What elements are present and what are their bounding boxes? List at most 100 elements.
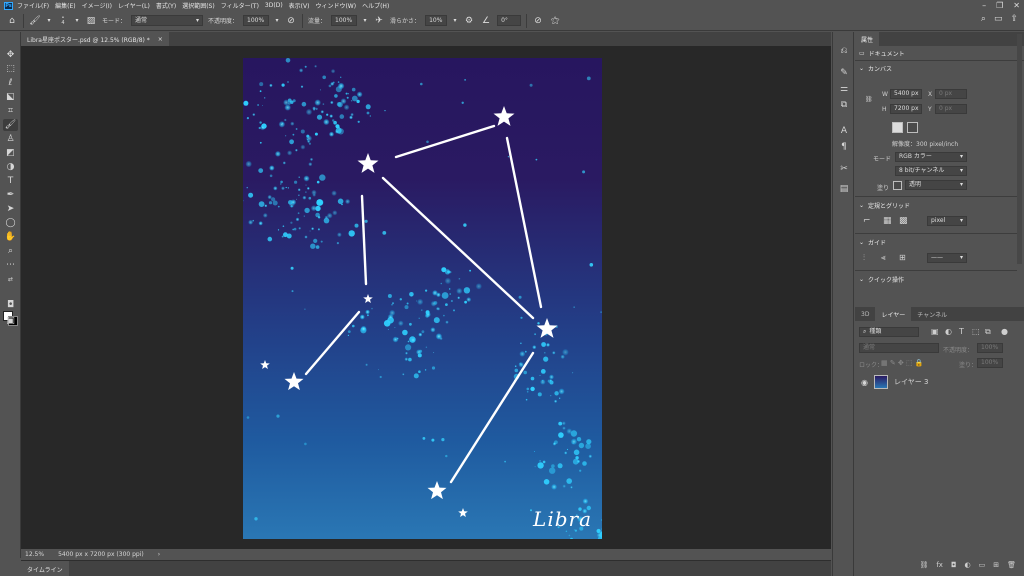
menu-help[interactable]: ヘルプ(H) xyxy=(362,1,389,10)
brush-settings-icon[interactable]: ▨ xyxy=(85,15,97,27)
tab-3d[interactable]: 3D xyxy=(855,307,875,321)
document-tab[interactable]: Libra星座ポスター.psd @ 12.5% (RGB/8) * × xyxy=(21,32,169,46)
pen-tool-icon[interactable]: ✒ xyxy=(3,189,18,201)
grid-icon[interactable]: ▦ xyxy=(883,216,892,226)
marquee-tool-icon[interactable]: ⬚ xyxy=(3,63,18,75)
quick-actions-section-header[interactable]: ⌄ クイック操作 xyxy=(855,273,904,285)
screen-mode-icon[interactable]: ▣ xyxy=(3,315,18,327)
brush-settings-icon[interactable]: ✎ xyxy=(837,66,851,79)
portrait-icon[interactable] xyxy=(892,122,903,133)
menu-select[interactable]: 選択範囲(S) xyxy=(182,1,215,10)
brush-tool-icon[interactable]: 🖌 xyxy=(3,119,18,131)
home-icon[interactable]: ⌂ xyxy=(6,15,18,27)
fx-icon[interactable]: fx xyxy=(936,561,943,573)
quick-mask-icon[interactable]: ◘ xyxy=(3,299,18,311)
menu-image[interactable]: イメージ(I) xyxy=(82,1,112,10)
x-field[interactable]: 0 px xyxy=(935,89,967,99)
add-mask-icon[interactable]: ◘ xyxy=(951,561,957,573)
guide-vertical-icon[interactable]: ⫶ xyxy=(863,253,865,263)
guide-new-icon[interactable]: ⊞ xyxy=(899,253,906,262)
adjust-icon[interactable]: ⚌ xyxy=(837,82,851,95)
gear-icon[interactable]: ⚙ xyxy=(463,15,475,27)
filter-type-icon[interactable]: T xyxy=(959,327,964,336)
eye-icon[interactable]: ◉ xyxy=(861,378,868,387)
mode-select[interactable]: 通常 ▾ xyxy=(131,15,204,26)
link-icon[interactable]: ⛓ xyxy=(865,96,873,103)
opacity-field[interactable]: 100% xyxy=(243,15,270,26)
trash-icon[interactable]: 🗑 xyxy=(1007,561,1016,573)
tab-layers[interactable]: レイヤー xyxy=(875,307,912,321)
layer-fill-field[interactable]: 100% xyxy=(977,358,1003,368)
canvas-area[interactable]: Libra xyxy=(21,46,831,549)
zoom-tool-icon[interactable]: ⌕ xyxy=(3,245,18,257)
blend-mode-select[interactable]: 通常 xyxy=(859,343,939,353)
path-select-tool-icon[interactable]: ➤ xyxy=(3,203,18,215)
layer-kind-filter[interactable]: ⌕ 種類 xyxy=(859,327,919,337)
object-select-tool-icon[interactable]: ⬕ xyxy=(3,91,18,103)
menu-type[interactable]: 書式(Y) xyxy=(156,1,176,10)
guide-style-select[interactable]: —— ▾ xyxy=(927,253,967,263)
history-icon[interactable]: ⎌ xyxy=(837,44,851,57)
lasso-tool-icon[interactable]: ℓ xyxy=(3,77,18,89)
filter-adjust-icon[interactable]: ◐ xyxy=(945,327,952,336)
bit-depth-select[interactable]: 8 bit/チャンネル ▾ xyxy=(895,166,967,176)
y-field[interactable]: 0 px xyxy=(935,104,967,114)
fill-swatch[interactable] xyxy=(893,181,902,190)
adjustment-layer-icon[interactable]: ◐ xyxy=(965,561,971,573)
brush-tool-icon[interactable]: 🖌 xyxy=(29,15,41,27)
chevron-down-icon[interactable]: ▾ xyxy=(46,15,52,27)
tab-channels[interactable]: チャンネル xyxy=(911,307,953,321)
chevron-down-icon[interactable]: ▾ xyxy=(274,15,280,27)
filter-smart-icon[interactable]: ⧉ xyxy=(985,327,991,337)
dodge-tool-icon[interactable]: ◑ xyxy=(3,161,18,173)
minimize-icon[interactable]: – xyxy=(982,1,986,10)
height-field[interactable]: 7200 px xyxy=(890,104,922,114)
pixel-grid-icon[interactable]: ▩ xyxy=(899,216,908,226)
menu-edit[interactable]: 編集(E) xyxy=(55,1,75,10)
move-tool-icon[interactable]: ✥ xyxy=(3,49,18,61)
fill-select[interactable]: 透明 ▾ xyxy=(905,180,967,190)
link-layers-icon[interactable]: ⛓ xyxy=(919,561,928,573)
guides-section-header[interactable]: ⌄ ガイド xyxy=(855,236,886,248)
new-layer-icon[interactable]: ⊞ xyxy=(993,561,999,573)
paragraph-icon[interactable]: ¶ xyxy=(837,140,851,153)
hand-tool-icon[interactable]: ✋ xyxy=(3,231,18,243)
zoom-level[interactable]: 12.5% xyxy=(25,551,44,558)
chevron-down-icon[interactable]: ▾ xyxy=(362,15,368,27)
angle-field[interactable]: 0° xyxy=(497,15,522,26)
crop-tool-icon[interactable]: ⌗ xyxy=(3,105,18,117)
guide-horizontal-icon[interactable]: ⫷ xyxy=(881,253,886,263)
smoothing-field[interactable]: 10% xyxy=(425,15,448,26)
new-group-icon[interactable]: ▭ xyxy=(979,561,986,573)
color-mode-select[interactable]: RGB カラー ▾ xyxy=(895,152,967,162)
shape-tool-icon[interactable]: ◯ xyxy=(3,217,18,229)
properties-scrollbar[interactable] xyxy=(1017,34,1022,264)
chevron-down-icon[interactable]: ▾ xyxy=(74,15,80,27)
menu-file[interactable]: ファイル(F) xyxy=(17,1,49,10)
layer-comps-icon[interactable]: ⧉ xyxy=(837,98,851,111)
filter-shape-icon[interactable]: ⬚ xyxy=(972,327,980,336)
maximize-icon[interactable]: ❐ xyxy=(996,1,1003,10)
libraries-icon[interactable]: ▤ xyxy=(837,182,851,195)
menu-window[interactable]: ウィンドウ(W) xyxy=(315,1,356,10)
rulers-grid-section-header[interactable]: ⌄ 定規とグリッド xyxy=(855,199,910,211)
close-icon[interactable]: ✕ xyxy=(1013,1,1020,10)
chevron-down-icon[interactable]: ▾ xyxy=(452,15,458,27)
menu-3d[interactable]: 3D(D) xyxy=(265,2,283,9)
symmetry-icon[interactable]: ⚝ xyxy=(549,15,561,27)
filter-pixel-icon[interactable]: ▣ xyxy=(931,327,939,336)
search-icon[interactable]: ⌕ xyxy=(981,14,986,24)
airbrush-icon[interactable]: ✈ xyxy=(373,15,385,27)
menu-layer[interactable]: レイヤー(L) xyxy=(118,1,150,10)
tools-icon[interactable]: ✂ xyxy=(837,162,851,175)
ruler-icon[interactable]: ⌐ xyxy=(863,216,871,226)
share-icon[interactable]: ⇪ xyxy=(1010,14,1018,24)
document-canvas[interactable]: Libra xyxy=(243,58,602,539)
width-field[interactable]: 5400 px xyxy=(890,89,922,99)
stamp-tool-icon[interactable]: ♙ xyxy=(3,133,18,145)
lock-icons[interactable]: ▦ ✎ ✥ ⬚ 🔒 xyxy=(881,359,924,367)
canvas-section-header[interactable]: ⌄ カンバス xyxy=(855,61,1024,75)
workspace-icon[interactable]: ▭ xyxy=(994,14,1003,24)
more-tools-icon[interactable]: ⋯ xyxy=(3,259,18,271)
brush-size-preview[interactable]: • 4 xyxy=(57,15,69,27)
